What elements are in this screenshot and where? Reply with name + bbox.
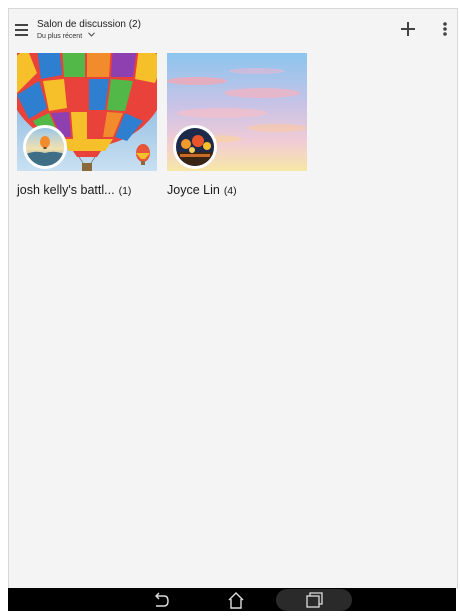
system-navigation-bar [8, 588, 456, 611]
home-icon [228, 592, 244, 609]
avatar [23, 125, 67, 169]
chat-thumbnail-sunset [167, 53, 307, 171]
home-button[interactable] [226, 591, 246, 609]
chat-message-count: (4) [223, 185, 237, 197]
chat-label: Joyce Lin (4) [167, 183, 317, 197]
chat-name: Joyce Lin [167, 183, 220, 197]
back-button[interactable] [150, 591, 170, 609]
avatar [173, 125, 217, 169]
hamburger-icon[interactable] [15, 24, 28, 36]
chevron-down-icon [88, 32, 95, 39]
more-vert-icon [443, 22, 447, 36]
back-arrow-icon [155, 592, 169, 607]
screen: Salon de discussion (2) Du plus récent j… [0, 0, 460, 611]
sort-label: Du plus récent [37, 33, 83, 40]
chat-card[interactable]: josh kelly's battl... (1) [17, 53, 157, 197]
chat-thumbnail-balloon [17, 53, 157, 171]
recent-apps-button[interactable] [276, 589, 352, 611]
top-app-bar: Salon de discussion (2) Du plus récent [9, 9, 457, 45]
chat-name: josh kelly's battl... [17, 183, 115, 197]
page-title: Salon de discussion (2) [37, 19, 141, 30]
chat-message-count: (1) [118, 185, 132, 197]
chat-room-list-app: Salon de discussion (2) Du plus récent j… [8, 8, 458, 589]
recent-apps-icon [306, 592, 323, 608]
chat-card[interactable]: Joyce Lin (4) [167, 53, 307, 197]
plus-icon [401, 22, 415, 36]
more-options-button[interactable] [441, 20, 449, 38]
add-chat-button[interactable] [399, 20, 417, 38]
chat-label: josh kelly's battl... (1) [17, 183, 167, 197]
sort-dropdown[interactable]: Du plus récent [37, 32, 95, 40]
